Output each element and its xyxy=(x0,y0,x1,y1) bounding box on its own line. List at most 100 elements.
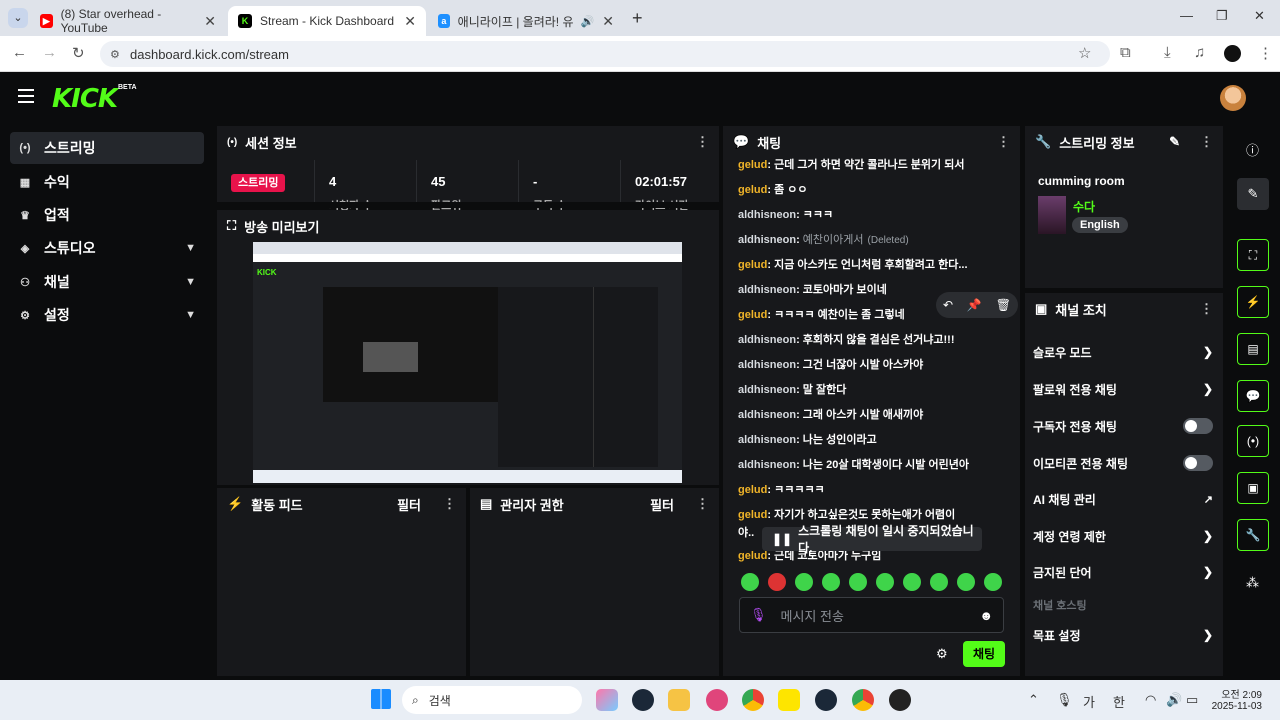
chat-username[interactable]: gelud xyxy=(738,184,767,196)
user-avatar[interactable] xyxy=(1220,85,1246,111)
subscribers-only-toggle[interactable] xyxy=(1183,418,1213,434)
pin-icon[interactable]: 📌 xyxy=(967,298,982,312)
copilot-icon[interactable] xyxy=(596,689,618,711)
window-close-icon[interactable]: ✕ xyxy=(1254,8,1265,24)
chat-username[interactable]: gelud xyxy=(738,159,767,171)
chat-message[interactable]: aldhisneon: 후회하지 않을 결심은 선거냐고!!! xyxy=(738,333,1018,347)
chat-message[interactable]: aldhisneon: 그래 아스카 시발 애새끼야 xyxy=(738,408,1018,422)
more-options-icon[interactable]: ⋮ xyxy=(696,496,709,512)
pencil-icon[interactable]: ✎ xyxy=(1169,134,1180,150)
sidebar-item-studio[interactable]: ◈ 스튜디오 ▼ xyxy=(10,232,204,264)
bookmark-star-icon[interactable]: ☆ xyxy=(1078,44,1091,62)
sidebar-item-revenue[interactable]: ▦ 수익 xyxy=(10,166,204,198)
obs-icon[interactable] xyxy=(889,689,911,711)
filter-button[interactable]: 필터 xyxy=(397,495,421,514)
chat-message[interactable]: aldhisneon: 그건 너잖아 시발 아스카야 xyxy=(738,358,1018,372)
hangul-icon[interactable]: 한 xyxy=(1113,692,1125,711)
url-field[interactable]: ⚙ dashboard.kick.com/stream xyxy=(100,41,1110,67)
tab-kick-dashboard[interactable]: K Stream - Kick Dashboard ✕ xyxy=(228,6,426,36)
more-options-icon[interactable]: ⋮ xyxy=(1200,134,1213,150)
emote[interactable] xyxy=(876,573,894,591)
chat-message[interactable]: aldhisneon: 나는 20살 대학생이다 시발 어린년아 xyxy=(738,458,1018,472)
site-info-icon[interactable]: ⚙ xyxy=(110,48,120,61)
more-options-icon[interactable]: ⋮ xyxy=(1200,301,1213,317)
trash-icon[interactable]: 🗑 xyxy=(996,298,1011,312)
chevron-down-icon[interactable]: ▼ xyxy=(185,309,196,321)
chat-username[interactable]: aldhisneon xyxy=(738,434,796,446)
chat-message[interactable]: gelud: 지금 아스카도 언니처럼 후회할려고 한다... xyxy=(738,258,1018,272)
tray-chevron-icon[interactable]: ⌃ xyxy=(1028,692,1039,708)
emote[interactable] xyxy=(795,573,813,591)
filter-button[interactable]: 필터 xyxy=(650,495,674,514)
followers-only-row[interactable]: 팔로워 전용 채팅 ❯ xyxy=(1033,379,1213,399)
kakaotalk-icon[interactable] xyxy=(778,689,800,711)
folder-icon[interactable] xyxy=(668,689,690,711)
minimize-icon[interactable]: — xyxy=(1180,8,1193,23)
battery-icon[interactable]: ▭ xyxy=(1186,692,1198,708)
chat-message[interactable]: aldhisneon: 나는 성인이라고 xyxy=(738,433,1018,447)
tab-youtube[interactable]: ▶ (8) Star overhead - YouTube ✕ xyxy=(30,6,226,36)
account-age-row[interactable]: 계정 연령 제한 ❯ xyxy=(1033,526,1213,546)
sidebar-item-settings[interactable]: ⚙ 설정 ▼ xyxy=(10,299,204,331)
close-icon[interactable]: ✕ xyxy=(602,13,614,30)
profile-avatar[interactable] xyxy=(1224,45,1241,62)
emoji-icon[interactable]: ☻ xyxy=(979,608,993,623)
chat-message[interactable]: gelud: 좀 ㅇㅇ xyxy=(738,183,1018,197)
mic-icon[interactable]: 🎙 xyxy=(750,607,767,623)
chat-message[interactable]: gelud: ㅋㅋㅋㅋㅋ xyxy=(738,483,1018,497)
edit-layout-button[interactable]: ✎ xyxy=(1237,178,1269,210)
media-control-icon[interactable]: ♫ xyxy=(1194,44,1205,61)
chat-username[interactable]: aldhisneon xyxy=(738,359,796,371)
chat-message[interactable]: gelud: 자기가 하고싶은것도 못하는애가 어렴이 xyxy=(738,508,1018,522)
broadcast-widget-button[interactable]: (•) xyxy=(1237,425,1269,457)
windows-start-icon[interactable] xyxy=(371,689,391,709)
clock[interactable]: 오전 2:09 2025-11-03 xyxy=(1206,686,1262,712)
stream-preview-video[interactable]: KICK xyxy=(253,242,682,483)
sidebar-item-channel[interactable]: ⚇ 채널 ▼ xyxy=(10,266,204,298)
chat-username[interactable]: aldhisneon xyxy=(738,334,796,346)
reload-icon[interactable]: ↻ xyxy=(72,44,85,62)
wrench-widget-button[interactable]: 🔧 xyxy=(1237,519,1269,551)
emote[interactable] xyxy=(930,573,948,591)
emote[interactable] xyxy=(984,573,1002,591)
notes-widget-button[interactable]: ▤ xyxy=(1237,333,1269,365)
mic-tray-icon[interactable]: 🎙 xyxy=(1056,692,1073,708)
emote-only-toggle[interactable] xyxy=(1183,455,1213,471)
wifi-icon[interactable]: ◠ xyxy=(1145,692,1156,708)
reply-icon[interactable]: ↶ xyxy=(943,298,953,312)
chat-message[interactable]: gelud: 근데 그거 하면 약간 콜라나드 분위기 되서 xyxy=(738,158,1018,172)
hamburger-menu-icon[interactable] xyxy=(18,89,34,107)
close-icon[interactable]: ✕ xyxy=(204,13,216,30)
activity-widget-button[interactable]: ⚡ xyxy=(1237,286,1269,318)
emote[interactable] xyxy=(957,573,975,591)
chat-widget-button[interactable]: 💬 xyxy=(1237,380,1269,412)
stream-category[interactable]: 수다 xyxy=(1073,198,1095,215)
sidebar-item-streaming[interactable]: (•) 스트리밍 xyxy=(10,132,204,164)
chat-message[interactable]: aldhisneon: 말 잘한다 xyxy=(738,383,1018,397)
chat-message[interactable]: aldhisneon: 예찬이아게서 (Deleted) xyxy=(738,233,1018,248)
app-icon[interactable] xyxy=(706,689,728,711)
chat-paused-banner[interactable]: ❚❚ 스크롤링 채팅이 일시 중지되었습니다. xyxy=(762,524,982,555)
ime-indicator[interactable]: 가 xyxy=(1083,692,1095,711)
goal-setting-row[interactable]: 목표 설정 ❯ xyxy=(1033,625,1213,645)
preview-widget-button[interactable]: ⛶ xyxy=(1237,239,1269,271)
chat-username[interactable]: gelud xyxy=(738,259,767,271)
send-chat-button[interactable]: 채팅 xyxy=(963,641,1005,667)
ai-moderation-row[interactable]: AI 채팅 관리 ↗ xyxy=(1033,489,1213,509)
chat-username[interactable]: aldhisneon xyxy=(738,384,796,396)
chat-username[interactable]: gelud xyxy=(738,550,767,562)
chat-message[interactable]: aldhisneon: ㅋㅋㅋ xyxy=(738,208,1018,222)
emote[interactable] xyxy=(849,573,867,591)
close-icon[interactable]: ✕ xyxy=(404,13,416,30)
new-tab-button[interactable]: + xyxy=(632,8,643,29)
sidebar-item-achievements[interactable]: ♛ 업적 xyxy=(10,199,204,231)
volume-icon[interactable]: 🔊 xyxy=(1166,692,1182,708)
chat-username[interactable]: aldhisneon xyxy=(738,409,796,421)
info-icon[interactable]: ⓘ xyxy=(1246,140,1259,159)
download-icon[interactable]: ⤓ xyxy=(1164,44,1171,61)
chat-username[interactable]: gelud xyxy=(738,484,767,496)
chat-username[interactable]: aldhisneon xyxy=(738,459,796,471)
emote[interactable] xyxy=(768,573,786,591)
tab-search-button[interactable]: ⌄ xyxy=(8,8,28,28)
kick-logo[interactable]: KICK xyxy=(52,84,118,114)
